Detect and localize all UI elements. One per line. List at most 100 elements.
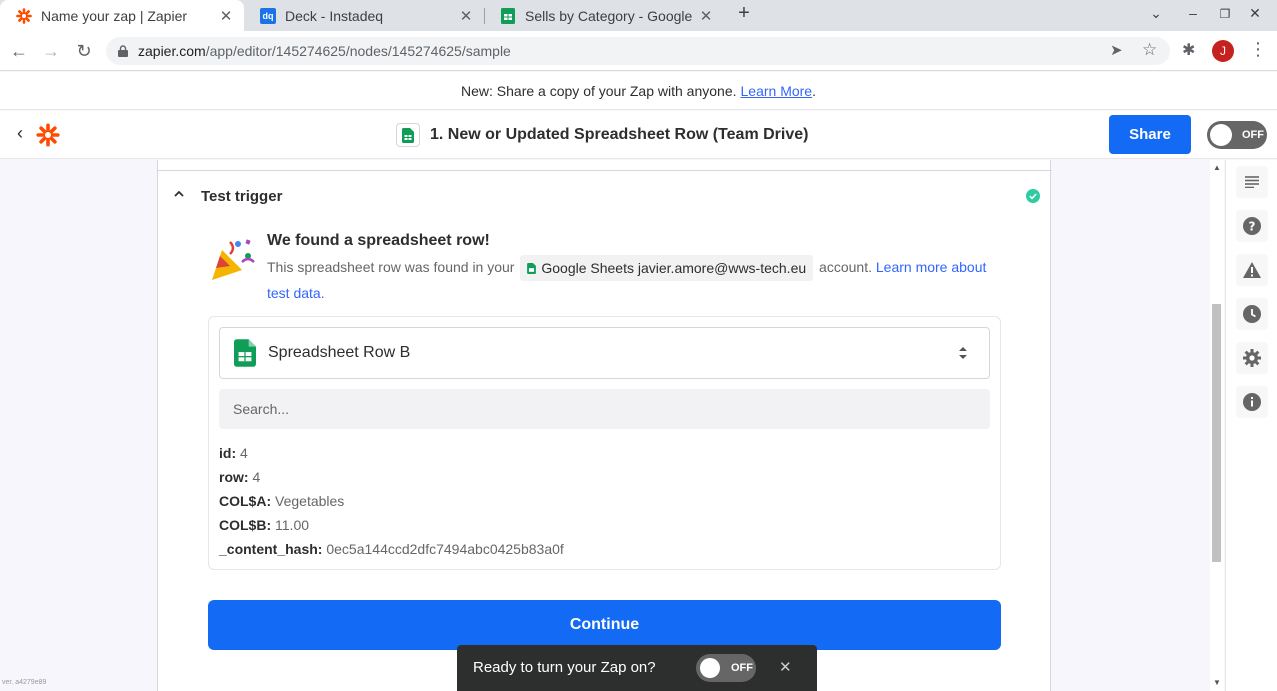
desc-before: This spreadsheet row was found in your — [267, 259, 515, 275]
scrollbar-thumb[interactable] — [1212, 304, 1221, 562]
right-sidebar: ? — [1225, 160, 1277, 691]
toggle-knob — [1210, 124, 1232, 146]
close-tab-icon[interactable]: ✕ — [696, 7, 716, 25]
google-sheets-icon — [527, 262, 537, 274]
toast-on-off-toggle[interactable]: OFF — [696, 654, 756, 682]
toggle-label: OFF — [731, 662, 753, 674]
instadeq-icon: dq — [260, 7, 276, 24]
field-key: _content_hash: — [219, 541, 323, 557]
close-window-icon[interactable]: ✕ — [1243, 5, 1267, 22]
close-tab-icon[interactable]: ✕ — [456, 7, 476, 25]
field-key: COL$A: — [219, 493, 272, 509]
field-row: row: 4 — [219, 465, 564, 489]
close-toast-icon[interactable]: ✕ — [779, 658, 792, 676]
found-title: We found a spreadsheet row! — [267, 232, 490, 249]
version-label: ver. a4279e89 — [2, 679, 47, 686]
url-text: zapier.com/app/editor/145274625/nodes/14… — [138, 43, 511, 59]
history-clock-icon[interactable] — [1236, 298, 1268, 330]
party-popper-icon — [208, 236, 256, 289]
back-chevron-icon[interactable]: ‹ — [17, 123, 23, 144]
field-key: row: — [219, 469, 249, 485]
desc-after: account. — [819, 259, 872, 275]
step-title-group: 1. New or Updated Spreadsheet Row (Team … — [396, 123, 808, 147]
test-trigger-panel: Test trigger We found a spreadsheet row!… — [157, 160, 1052, 691]
tab-title: Deck - Instadeq — [285, 7, 384, 24]
field-key: id: — [219, 445, 237, 461]
field-row: _content_hash: 0ec5a144ccd2dfc7494abc042… — [219, 537, 564, 561]
minimize-icon[interactable]: – — [1181, 5, 1205, 21]
turn-on-toast: Ready to turn your Zap on? OFF ✕ — [457, 645, 817, 691]
collapse-chevron-icon[interactable] — [173, 187, 185, 205]
field-row: id: 4 — [219, 441, 564, 465]
field-row: COL$A: Vegetables — [219, 489, 564, 513]
record-selector-dropdown[interactable]: Spreadsheet Row B — [219, 327, 990, 379]
send-icon[interactable]: ➤ — [1110, 41, 1123, 59]
url-domain: zapier.com — [138, 43, 206, 59]
svg-text:?: ? — [1249, 220, 1256, 234]
back-icon[interactable]: ← — [7, 39, 31, 63]
scroll-up-icon[interactable]: ▲ — [1213, 163, 1221, 172]
editor-header: ‹ 1. New or Updated Spreadsheet Row (Tea… — [0, 111, 1277, 159]
tab-google-sheets[interactable]: Sells by Category - Google ✕ — [484, 0, 724, 31]
field-value: 4 — [252, 469, 261, 485]
divider — [158, 170, 1052, 171]
sort-arrows-icon — [958, 345, 968, 366]
tab-instadeq[interactable]: dq Deck - Instadeq ✕ — [244, 0, 484, 31]
lock-icon — [118, 45, 128, 57]
section-title: Test trigger — [201, 188, 283, 205]
banner-suffix: . — [812, 82, 816, 99]
browser-menu-icon[interactable]: ⋮ — [1249, 39, 1267, 60]
account-chip: Google Sheets javier.amore@wws-tech.eu — [520, 255, 814, 282]
account-chip-label: Google Sheets javier.amore@wws-tech.eu — [541, 259, 807, 276]
sample-record-box: Spreadsheet Row B Search... id: 4 row: 4… — [208, 316, 1001, 570]
selector-label: Spreadsheet Row B — [268, 344, 411, 361]
browser-tab-strip: Name your zap | Zapier ✕ dq Deck - Insta… — [0, 0, 1277, 31]
tab-zapier[interactable]: Name your zap | Zapier ✕ — [0, 0, 244, 31]
field-value: 0ec5a144ccd2dfc7494abc0425b83a0f — [326, 541, 564, 557]
address-bar[interactable]: zapier.com/app/editor/145274625/nodes/14… — [106, 37, 1170, 65]
details-icon[interactable] — [1236, 166, 1268, 198]
google-sheets-icon — [500, 7, 516, 24]
tab-search-icon[interactable]: ⌄ — [1144, 5, 1168, 22]
tab-title: Name your zap | Zapier — [41, 7, 188, 24]
help-icon[interactable]: ? — [1236, 210, 1268, 242]
record-fields: id: 4 row: 4 COL$A: Vegetables COL$B: 11… — [219, 441, 564, 561]
extensions-icon[interactable]: ✱ — [1182, 40, 1195, 60]
new-tab-icon[interactable]: + — [732, 2, 756, 25]
settings-gear-icon[interactable] — [1236, 342, 1268, 374]
scroll-down-icon[interactable]: ▼ — [1213, 678, 1221, 687]
toggle-label: OFF — [1242, 129, 1264, 141]
google-sheets-icon — [396, 123, 420, 147]
reload-icon[interactable]: ↻ — [72, 39, 96, 63]
field-row: COL$B: 11.00 — [219, 513, 564, 537]
warning-icon[interactable] — [1236, 254, 1268, 286]
profile-avatar[interactable]: J — [1212, 40, 1234, 62]
zapier-icon — [16, 7, 32, 24]
google-sheets-icon — [234, 338, 256, 368]
info-icon[interactable] — [1236, 386, 1268, 418]
bookmark-star-icon[interactable]: ☆ — [1142, 40, 1157, 60]
banner-text: New: Share a copy of your Zap with anyon… — [461, 82, 737, 99]
field-value: 11.00 — [275, 517, 310, 533]
share-button[interactable]: Share — [1109, 115, 1191, 154]
banner-learn-more-link[interactable]: Learn More — [741, 83, 813, 99]
url-path: /app/editor/145274625/nodes/145274625/sa… — [205, 43, 511, 59]
success-check-icon — [1026, 189, 1040, 208]
close-tab-icon[interactable]: ✕ — [216, 7, 236, 25]
toast-text: Ready to turn your Zap on? — [473, 659, 656, 676]
toggle-knob — [700, 658, 720, 678]
field-value: 4 — [240, 445, 248, 461]
restore-icon[interactable]: ❐ — [1213, 7, 1237, 21]
search-input[interactable]: Search... — [219, 389, 990, 429]
zap-on-off-toggle[interactable]: OFF — [1207, 121, 1267, 149]
step-title: 1. New or Updated Spreadsheet Row (Team … — [430, 126, 809, 143]
announcement-banner: New: Share a copy of your Zap with anyon… — [0, 72, 1277, 110]
forward-icon[interactable]: → — [39, 39, 63, 63]
zapier-logo-icon[interactable] — [36, 123, 60, 152]
continue-button[interactable]: Continue — [208, 600, 1001, 650]
field-value: Vegetables — [275, 493, 345, 509]
found-description: This spreadsheet row was found in your G… — [267, 255, 987, 306]
tab-title: Sells by Category - Google — [525, 7, 693, 24]
scrollbar[interactable]: ▲ ▼ — [1210, 160, 1224, 691]
field-key: COL$B: — [219, 517, 272, 533]
